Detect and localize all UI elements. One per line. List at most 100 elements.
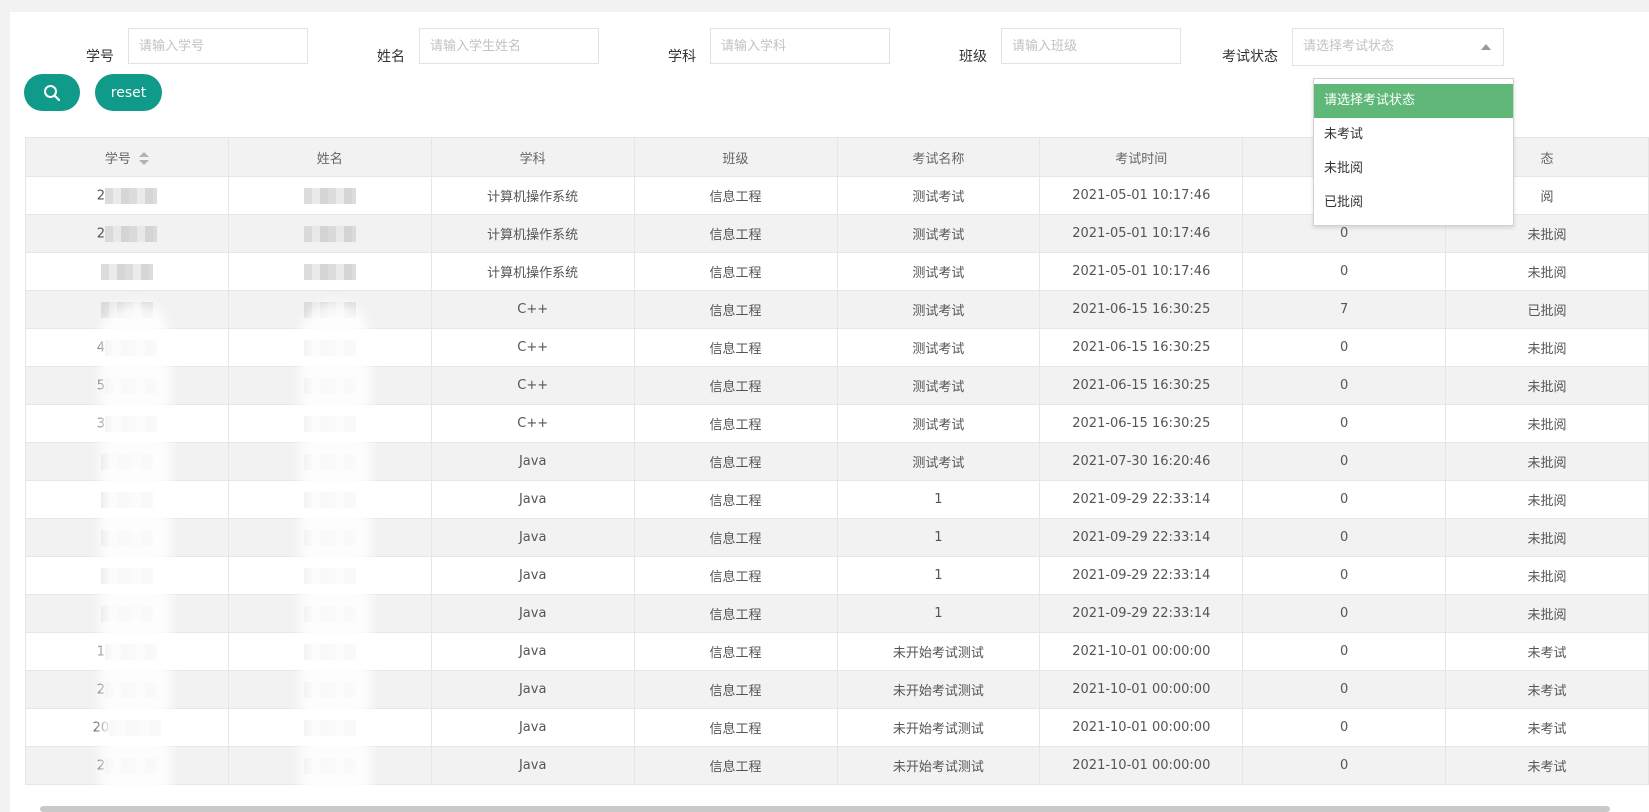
table-cell-score: 0 (1242, 556, 1447, 595)
table-cell-exam: 1 (836, 518, 1041, 557)
exam-status-label: 考试状态 (1222, 49, 1278, 65)
table-cell-class: 信息工程 (633, 442, 838, 481)
horizontal-scrollbar[interactable] (40, 806, 1610, 812)
table-cell-status: 未考试 (1445, 632, 1649, 671)
table-cell-status: 未批阅 (1445, 480, 1649, 519)
table-cell-subject: Java (430, 594, 635, 633)
table-cell-status: 未考试 (1445, 670, 1649, 709)
table-cell-class: 信息工程 (633, 708, 838, 747)
table-row[interactable]: Java 信息工程 测试考试 2021-07-30 16:20:46 0 未批阅 (25, 442, 1649, 481)
exam-status-select[interactable]: 请选择考试状态 (1292, 28, 1504, 66)
table-cell-time: 2021-05-01 10:17:46 (1039, 252, 1244, 291)
dropdown-option[interactable]: 请选择考试状态 (1314, 84, 1513, 118)
table-cell-exam: 未开始考试测试 (836, 670, 1041, 709)
table-cell-time: 2021-09-29 22:33:14 (1039, 594, 1244, 633)
class-label: 班级 (959, 49, 987, 65)
table-cell-subject: C++ (430, 404, 635, 443)
table-cell-exam: 测试考试 (836, 442, 1041, 481)
redacted-block (303, 225, 356, 242)
exam-status-dropdown: 请选择考试状态 未考试 未批阅 已批阅 (1313, 78, 1514, 226)
table-cell-subject: C++ (430, 290, 635, 329)
table-cell-subject: C++ (430, 366, 635, 405)
table-cell-subject: Java (430, 556, 635, 595)
table-cell-exam: 测试考试 (836, 328, 1041, 367)
table-cell-class: 信息工程 (633, 290, 838, 329)
column-header-subject: 学科 (430, 137, 635, 177)
table-cell-class: 信息工程 (633, 480, 838, 519)
search-button[interactable] (24, 74, 80, 111)
table-row[interactable]: Java 信息工程 1 2021-09-29 22:33:14 0 未批阅 (25, 480, 1649, 519)
table-cell-score: 7 (1242, 290, 1447, 329)
results-table-container: 学号 姓名 学科 班级 考试名称 考试时间 成绩 态 2计算机操作系统信息工程测… (25, 137, 1649, 812)
table-row[interactable]: 20Java信息工程未开始考试测试2021-10-01 00:00:000未考试 (25, 708, 1649, 747)
table-row[interactable]: Java 信息工程 1 2021-09-29 22:33:14 0 未批阅 (25, 594, 1649, 633)
table-row[interactable]: 计算机操作系统 信息工程 测试考试 2021-05-01 10:17:46 0 未批阅 (25, 252, 1649, 291)
table-cell-class: 信息工程 (633, 746, 838, 785)
table-row[interactable]: 2Java信息工程未开始考试测试2021-10-01 00:00:000未考试 (25, 670, 1649, 709)
dropdown-option[interactable]: 未考试 (1314, 118, 1513, 152)
subject-input[interactable] (710, 28, 890, 64)
table-row[interactable]: 5C++信息工程测试考试2021-06-15 16:30:250未批阅 (25, 366, 1649, 405)
table-cell-score: 0 (1242, 328, 1447, 367)
chevron-up-icon (1481, 44, 1491, 50)
table-row[interactable]: 3C++信息工程测试考试2021-06-15 16:30:250未批阅 (25, 404, 1649, 443)
table-cell-time: 2021-09-29 22:33:14 (1039, 518, 1244, 557)
table-cell-status: 已批阅 (1445, 290, 1649, 329)
dropdown-option[interactable]: 已批阅 (1314, 186, 1513, 220)
table-cell-subject: Java (430, 632, 635, 671)
table-cell-class: 信息工程 (633, 632, 838, 671)
table-row[interactable]: 4C++信息工程测试考试2021-06-15 16:30:250未批阅 (25, 328, 1649, 367)
table-cell-exam: 1 (836, 480, 1041, 519)
table-cell-class: 信息工程 (633, 404, 838, 443)
redacted-block (105, 225, 158, 242)
table-cell-exam: 1 (836, 594, 1041, 633)
main-panel: 学号 姓名 学科 班级 考试状态 请选择考试状态 reset (10, 12, 1649, 812)
table-cell-status: 未考试 (1445, 708, 1649, 747)
column-header-exam-name: 考试名称 (836, 137, 1041, 177)
table-cell-time: 2021-06-15 16:30:25 (1039, 328, 1244, 367)
sort-icon[interactable] (138, 152, 149, 166)
table-cell-score: 0 (1242, 252, 1447, 291)
redaction-smear (300, 302, 370, 812)
table-cell-class: 信息工程 (633, 252, 838, 291)
table-cell-class: 信息工程 (633, 556, 838, 595)
table-cell-status: 未批阅 (1445, 518, 1649, 557)
student-id-label: 学号 (86, 49, 114, 65)
table-cell-status: 未批阅 (1445, 594, 1649, 633)
table-cell-exam: 测试考试 (836, 404, 1041, 443)
table-cell-subject: C++ (430, 328, 635, 367)
table-cell-subject: Java (430, 746, 635, 785)
table-cell-name (227, 252, 432, 291)
redacted-block (303, 263, 356, 280)
table-cell-time: 2021-10-01 00:00:00 (1039, 708, 1244, 747)
column-header-class: 班级 (633, 137, 838, 177)
table-row[interactable]: Java 信息工程 1 2021-09-29 22:33:14 0 未批阅 (25, 556, 1649, 595)
reset-button[interactable]: reset (95, 74, 162, 111)
table-cell-subject: Java (430, 670, 635, 709)
table-cell-id: 2 (25, 214, 229, 253)
class-input[interactable] (1001, 28, 1181, 64)
table-cell-subject: 计算机操作系统 (430, 252, 635, 291)
table-row[interactable]: 1Java信息工程未开始考试测试2021-10-01 00:00:000未考试 (25, 632, 1649, 671)
redacted-block (105, 187, 158, 204)
dropdown-option[interactable]: 未批阅 (1314, 152, 1513, 186)
name-input[interactable] (419, 28, 599, 64)
table-cell-subject: 计算机操作系统 (430, 176, 635, 215)
subject-label: 学科 (668, 49, 696, 65)
table-row[interactable]: 2Java信息工程未开始考试测试2021-10-01 00:00:000未考试 (25, 746, 1649, 785)
table-cell-name (227, 176, 432, 215)
column-header-student-id[interactable]: 学号 (25, 137, 229, 177)
table-cell-status: 未批阅 (1445, 366, 1649, 405)
student-id-input[interactable] (128, 28, 308, 64)
cell-text: 2 (96, 188, 106, 203)
table-cell-exam: 测试考试 (836, 290, 1041, 329)
table-cell-status: 未批阅 (1445, 442, 1649, 481)
table-cell-time: 2021-09-29 22:33:14 (1039, 480, 1244, 519)
table-cell-exam: 未开始考试测试 (836, 746, 1041, 785)
name-label: 姓名 (377, 49, 405, 65)
table-cell-time: 2021-05-01 10:17:46 (1039, 214, 1244, 253)
table-cell-status: 未批阅 (1445, 556, 1649, 595)
table-cell-class: 信息工程 (633, 328, 838, 367)
table-row[interactable]: C++ 信息工程 测试考试 2021-06-15 16:30:25 7 已批阅 (25, 290, 1649, 329)
table-row[interactable]: Java 信息工程 1 2021-09-29 22:33:14 0 未批阅 (25, 518, 1649, 557)
